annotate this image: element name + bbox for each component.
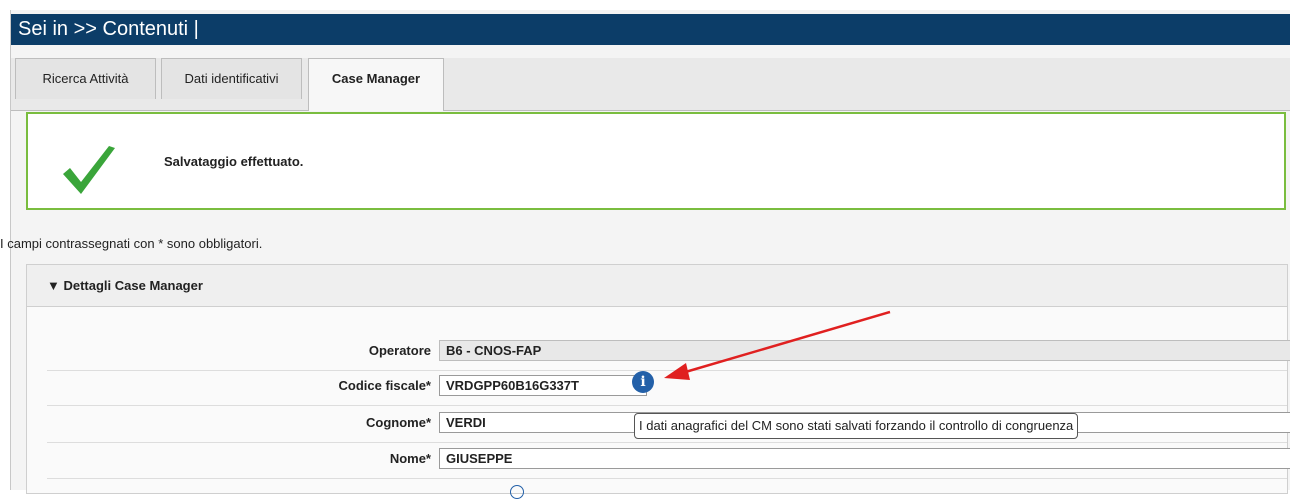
success-alert: Salvataggio effettuato. (26, 112, 1286, 210)
tab-ricerca-attivita[interactable]: Ricerca Attività (15, 58, 156, 99)
label-nome: Nome* (389, 451, 431, 466)
label-cognome: Cognome* (366, 415, 431, 430)
panel-title: Dettagli Case Manager (63, 278, 203, 293)
nome-input[interactable]: GIUSEPPE (439, 448, 1290, 469)
codice-fiscale-input[interactable]: VRDGPP60B16G337T (439, 375, 647, 396)
tab-dati-identificativi[interactable]: Dati identificativi (161, 58, 302, 99)
check-icon (63, 146, 115, 194)
alert-message: Salvataggio effettuato. (164, 154, 304, 169)
required-fields-note: I campi contrassegnati con * sono obblig… (0, 236, 263, 251)
page-title-bar: Sei in >> Contenuti | (11, 14, 1290, 45)
label-operatore: Operatore (368, 343, 431, 358)
tab-case-manager[interactable]: Case Manager (308, 58, 444, 111)
collapse-triangle-icon: ▼ (47, 278, 64, 293)
page-title: Sei in >> Contenuti | (18, 18, 199, 40)
tab-strip: Ricerca Attività Dati identificativi Cas… (11, 58, 1290, 111)
label-codice-fiscale: Codice fiscale* (338, 378, 432, 393)
annotation-arrow (664, 310, 891, 380)
info-icon[interactable] (510, 485, 524, 499)
row-nome: Nome* GIUSEPPE (47, 441, 1290, 479)
tooltip: I dati anagrafici del CM sono stati salv… (634, 413, 1079, 439)
